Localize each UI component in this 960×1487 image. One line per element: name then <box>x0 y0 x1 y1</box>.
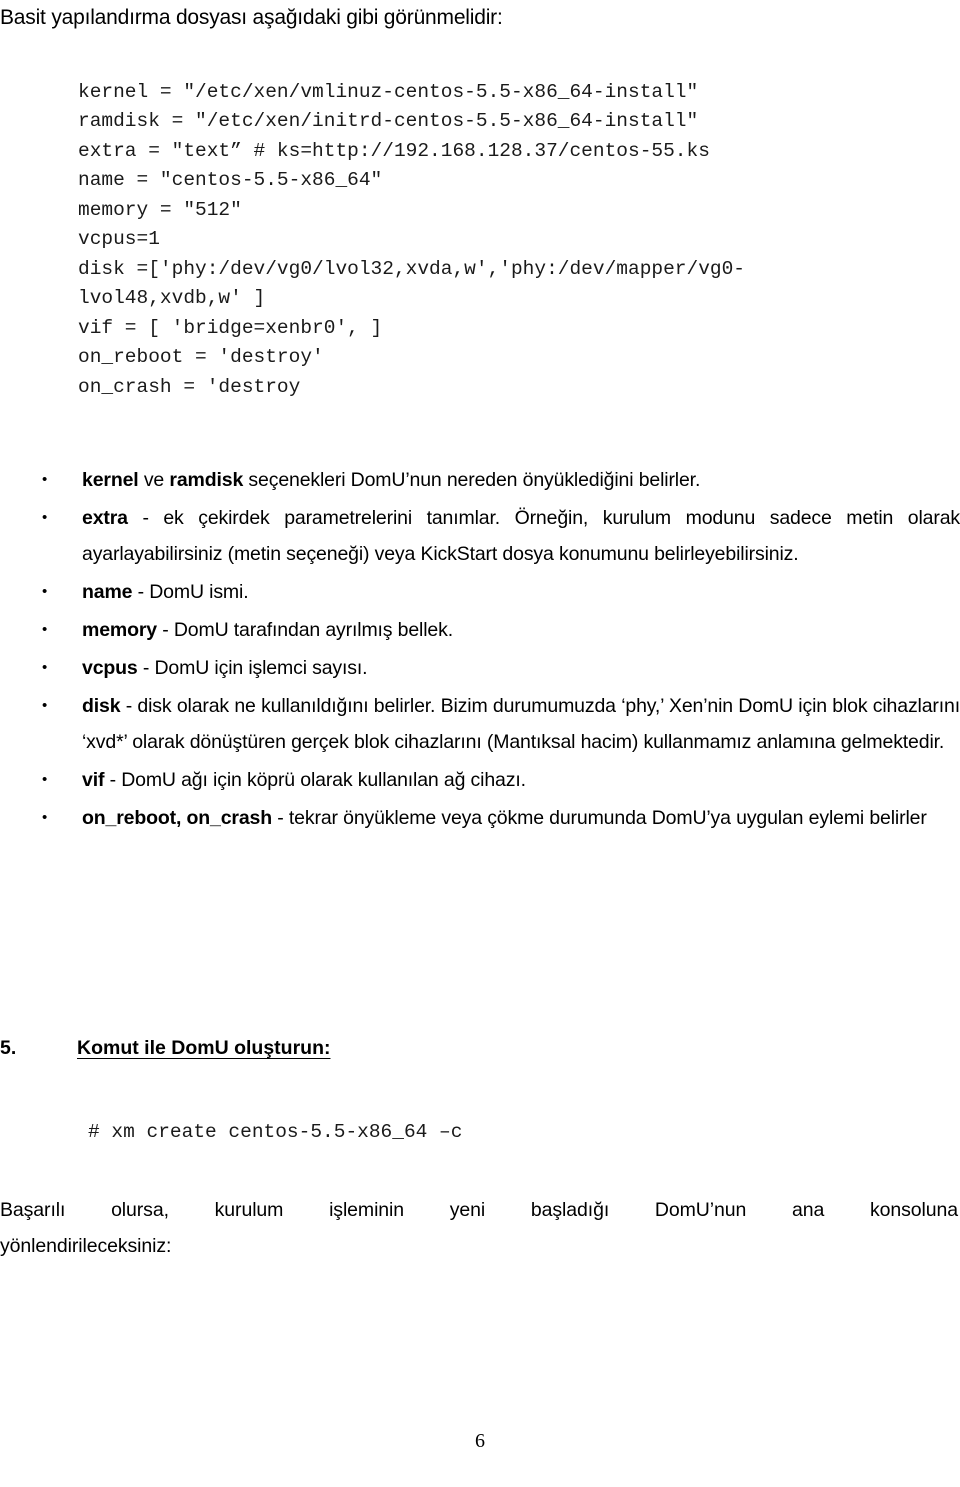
code-line: vcpus=1 <box>78 228 160 250</box>
list-item: kernel ve ramdisk seçenekleri DomU’nun n… <box>0 462 960 498</box>
closing-paragraph: Başarılı olursa, kurulum işleminin yeni … <box>0 1192 958 1264</box>
bullet-text: - DomU için işlemci sayısı. <box>137 657 368 679</box>
bullet-text: seçenekleri DomU’nun nereden önyüklediği… <box>243 469 701 491</box>
bullet-term: vif <box>82 769 105 791</box>
closing-paragraph-line-2: yönlendirileceksiniz: <box>0 1235 172 1257</box>
code-line: kernel = "/etc/xen/vmlinuz-centos-5.5-x8… <box>78 80 699 103</box>
code-line: vif = [ 'bridge=xenbr0', ] <box>78 316 383 339</box>
bullet-term-secondary: ramdisk <box>169 469 244 491</box>
list-item: name - DomU ismi. <box>0 574 960 610</box>
bullet-text: - DomU tarafından ayrılmış bellek. <box>156 619 453 641</box>
section-heading: 5. Komut ile DomU oluşturun: <box>0 1033 700 1063</box>
code-line: on_reboot = 'destroy' <box>78 346 324 368</box>
list-item: on_reboot, on_crash - tekrar önyükleme v… <box>0 800 960 836</box>
page-number: 6 <box>475 1430 485 1452</box>
bullet-text: - ek çekirdek parametrelerini tanımlar. … <box>82 507 960 565</box>
code-line: memory = "512" <box>78 198 242 221</box>
bullet-text: - DomU ağı için köprü olarak kullanılan … <box>104 769 526 791</box>
code-line: extra = "text” # ks=http://192.168.128.3… <box>78 139 710 162</box>
list-item: extra - ek çekirdek parametrelerini tanı… <box>0 500 960 572</box>
code-line: ramdisk = "/etc/xen/initrd-centos-5.5-x8… <box>78 110 699 132</box>
section-number: 5. <box>0 1037 17 1059</box>
list-item: vif - DomU ağı için köprü olarak kullanı… <box>0 762 960 798</box>
section-heading-text: Komut ile DomU oluşturun: <box>77 1037 331 1059</box>
bullet-term: memory <box>82 619 157 641</box>
closing-paragraph-line-1: Başarılı olursa, kurulum işleminin yeni … <box>0 1199 958 1221</box>
bullet-term: vcpus <box>82 657 138 679</box>
document-page: Basit yapılandırma dosyası aşağıdaki gib… <box>0 0 960 1487</box>
xen-config-code-block: kernel = "/etc/xen/vmlinuz-centos-5.5-x8… <box>78 78 898 403</box>
xm-create-command-block: # xm create centos-5.5-x86_64 –c <box>88 1118 788 1148</box>
code-line: on_crash = 'destroy <box>78 375 301 398</box>
code-line: # xm create centos-5.5-x86_64 –c <box>88 1120 463 1143</box>
parameter-bullet-list: kernel ve ramdisk seçenekleri DomU’nun n… <box>0 462 960 838</box>
bullet-text: - DomU ismi. <box>132 581 249 603</box>
bullet-term: name <box>82 581 133 603</box>
code-line: name = "centos-5.5-x86_64" <box>78 169 383 191</box>
list-item: memory - DomU tarafından ayrılmış bellek… <box>0 612 960 648</box>
bullet-text: - disk olarak ne kullanıldığını belirler… <box>82 695 960 753</box>
intro-heading: Basit yapılandırma dosyası aşağıdaki gib… <box>0 6 503 29</box>
bullet-term-conjunction: ve <box>138 469 170 491</box>
bullet-term: disk <box>82 695 121 717</box>
list-item: disk - disk olarak ne kullanıldığını bel… <box>0 688 960 760</box>
list-item: vcpus - DomU için işlemci sayısı. <box>0 650 960 686</box>
bullet-term: on_reboot, on_crash <box>82 807 273 829</box>
bullet-text: - tekrar önyükleme veya çökme durumunda … <box>272 807 927 829</box>
code-line: disk =['phy:/dev/vg0/lvol32,xvda,w','phy… <box>78 257 746 310</box>
bullet-term: kernel <box>82 469 139 491</box>
bullet-term: extra <box>82 507 128 529</box>
